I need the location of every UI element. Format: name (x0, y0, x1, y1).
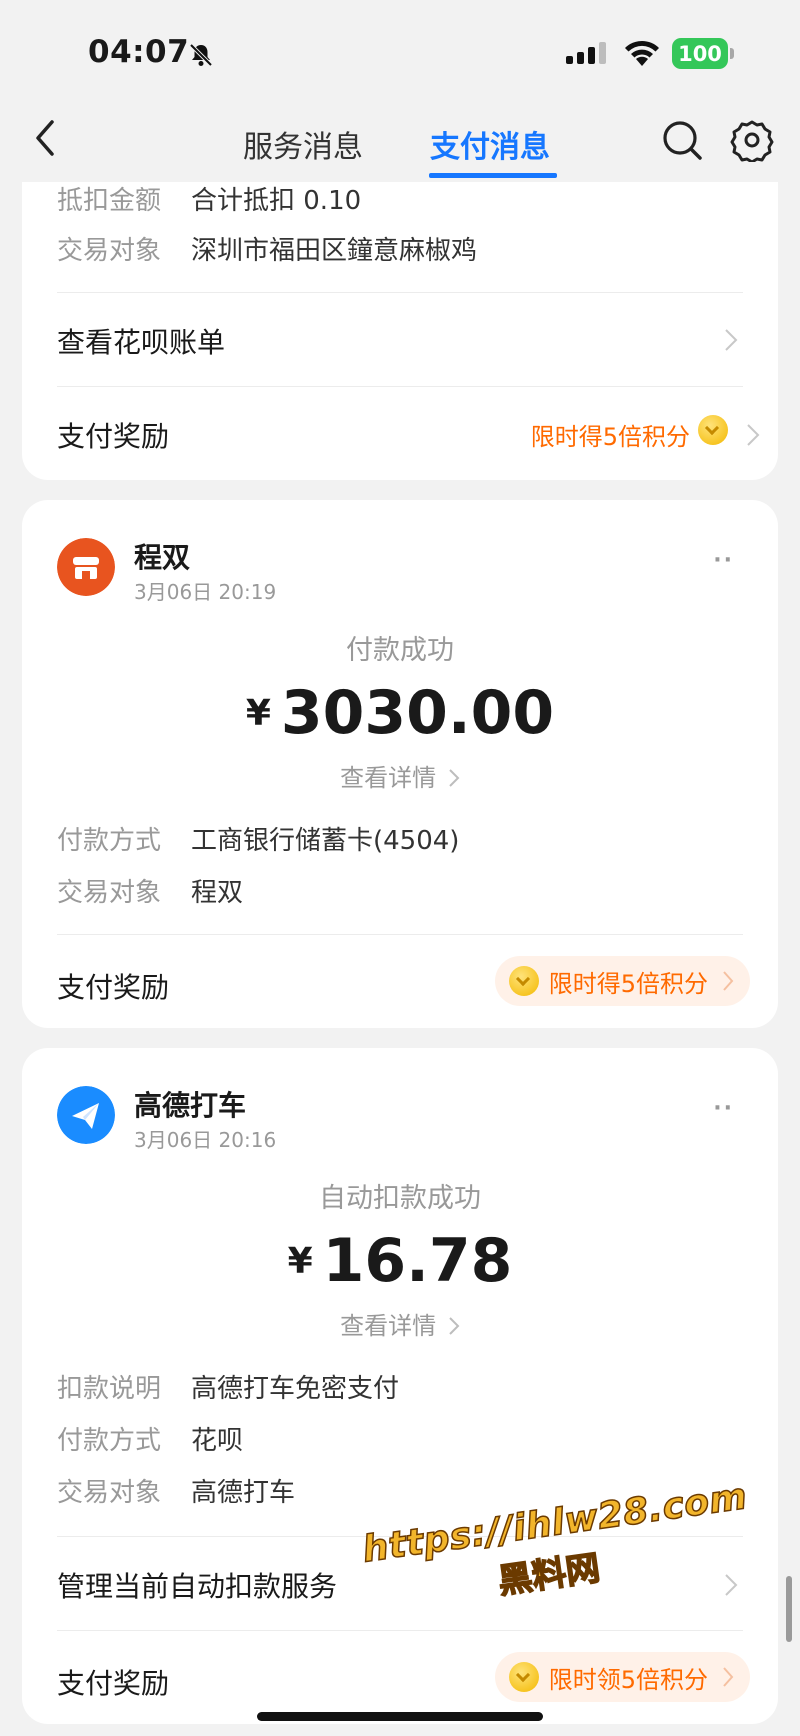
payment-amount: ¥16.78 (22, 1226, 778, 1296)
info-value: 花呗 (191, 1426, 244, 1456)
transaction-time: 3月06日 20:19 (134, 580, 277, 604)
view-huabei-bill-label: 查看花呗账单 (57, 326, 226, 359)
silent-bell-icon (189, 43, 213, 67)
divider (57, 934, 743, 935)
tab-payment-messages[interactable]: 支付消息 (430, 122, 550, 166)
top-nav: 服务消息 支付消息 (0, 100, 800, 182)
currency-symbol: ¥ (287, 1241, 313, 1282)
points-coin-icon (508, 1662, 539, 1692)
payment-reward-row[interactable]: 支付奖励 限时得5倍积分 (22, 387, 778, 480)
info-row-counterparty: 交易对象 高德打车 (57, 1472, 295, 1509)
chevron-right-icon (747, 424, 760, 446)
reward-promo-text: 限时得5倍积分 (548, 969, 708, 998)
payment-reward-label: 支付奖励 (57, 1667, 170, 1700)
transaction-time: 3月06日 20:16 (134, 1128, 277, 1152)
battery-tip (730, 48, 734, 59)
info-value: 深圳市福田区鐘意麻椒鸡 (191, 236, 478, 266)
info-value: 程双 (191, 878, 244, 908)
points-coin-icon (508, 966, 539, 996)
reward-promo-text: 限时领5倍积分 (548, 1665, 708, 1694)
back-arrow-icon[interactable] (24, 116, 68, 160)
info-row-payment-method: 付款方式 花呗 (57, 1420, 243, 1457)
view-details-link[interactable]: 查看详情 (22, 758, 778, 793)
chevron-right-icon (725, 329, 738, 351)
cellular-signal-icon (566, 42, 606, 64)
info-row-counterparty: 交易对象 程双 (57, 872, 243, 909)
chevron-right-icon (723, 1667, 734, 1687)
view-details-link[interactable]: 查看详情 (22, 1306, 778, 1341)
gear-icon[interactable] (730, 118, 774, 162)
payment-card-partial: 抵扣金额 合计抵扣 0.10 交易对象 深圳市福田区鐘意麻椒鸡 查看花呗账单 支… (22, 150, 778, 480)
amount-value: 3030.00 (280, 678, 555, 748)
info-key: 付款方式 (57, 826, 162, 856)
info-value: 合计抵扣 0.10 (191, 186, 362, 216)
view-details-label: 查看详情 (340, 764, 437, 792)
reward-pill-button[interactable]: 限时领5倍积分 (494, 1652, 750, 1702)
info-key: 交易对象 (57, 236, 162, 266)
chevron-right-icon (449, 769, 460, 787)
info-value: 高德打车免密支付 (191, 1374, 400, 1404)
status-bar: 04:07 100 (0, 0, 800, 100)
view-details-label: 查看详情 (340, 1312, 437, 1340)
more-options-button[interactable]: ·· (713, 548, 734, 573)
payment-status: 自动扣款成功 (319, 1183, 481, 1214)
home-indicator (257, 1712, 543, 1721)
payment-amount: ¥3030.00 (22, 678, 778, 748)
tab-service-messages[interactable]: 服务消息 (243, 122, 363, 166)
info-key: 付款方式 (57, 1426, 162, 1456)
info-row-payment-method: 付款方式 工商银行储蓄卡(4504) (57, 820, 459, 857)
chevron-right-icon (449, 1317, 460, 1335)
payment-status: 付款成功 (346, 635, 454, 666)
view-huabei-bill-row[interactable]: 查看花呗账单 (22, 293, 778, 386)
payment-reward-label: 支付奖励 (57, 420, 170, 453)
store-icon (57, 538, 115, 596)
more-options-button[interactable]: ·· (713, 1096, 734, 1121)
paper-plane-icon (57, 1086, 115, 1144)
battery-indicator: 100 (672, 38, 728, 69)
info-row-counterparty: 交易对象 深圳市福田区鐘意麻椒鸡 (57, 230, 477, 267)
info-key: 抵扣金额 (57, 186, 162, 216)
search-icon[interactable] (660, 118, 704, 162)
merchant-name: 程双 (134, 541, 191, 574)
info-value: 高德打车 (191, 1478, 296, 1508)
active-tab-indicator (429, 173, 557, 178)
chevron-right-icon (723, 971, 734, 991)
wifi-icon (625, 40, 659, 66)
payment-card: 程双 3月06日 20:19 ·· 付款成功 ¥3030.00 查看详情 付款方… (22, 500, 778, 1028)
currency-symbol: ¥ (245, 693, 271, 734)
scrollbar[interactable] (786, 1576, 792, 1642)
amount-value: 16.78 (322, 1226, 513, 1296)
info-key: 扣款说明 (57, 1374, 162, 1404)
payment-reward-label: 支付奖励 (57, 971, 170, 1004)
reward-pill-button[interactable]: 限时得5倍积分 (494, 956, 750, 1006)
info-value: 工商银行储蓄卡(4504) (191, 826, 460, 856)
clock: 04:07 (88, 34, 190, 70)
reward-promo-text: 限时得5倍积分 (530, 423, 690, 451)
manage-auto-debit-label: 管理当前自动扣款服务 (57, 1570, 338, 1603)
info-row-deduction-note: 扣款说明 高德打车免密支付 (57, 1368, 399, 1405)
points-coin-icon (698, 415, 728, 445)
info-key: 交易对象 (57, 878, 162, 908)
merchant-name: 高德打车 (134, 1089, 247, 1122)
info-row-deduction: 抵扣金额 合计抵扣 0.10 (57, 180, 361, 217)
info-key: 交易对象 (57, 1478, 162, 1508)
